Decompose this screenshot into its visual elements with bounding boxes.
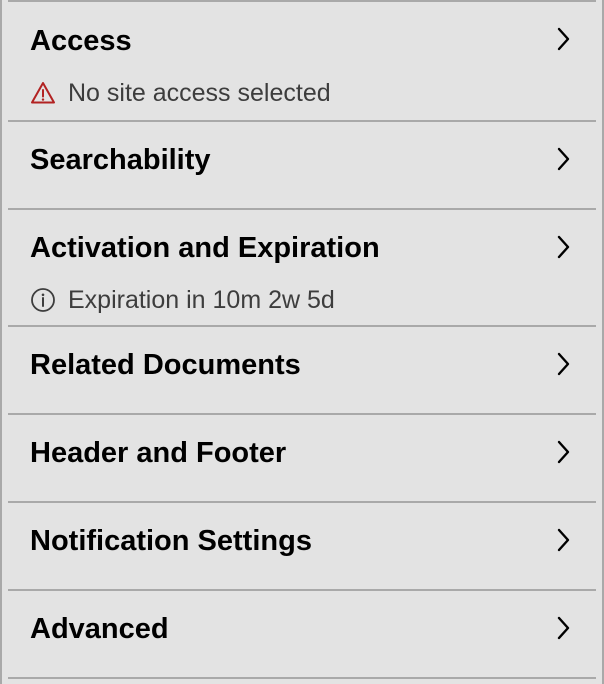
chevron-right-icon	[554, 24, 572, 54]
status-text: Expiration in 10m 2w 5d	[68, 286, 335, 314]
chevron-right-icon	[554, 349, 572, 379]
info-circle-icon	[30, 287, 56, 313]
status-text: No site access selected	[68, 79, 331, 107]
section-title: Header and Footer	[30, 437, 287, 469]
section-access[interactable]: Access No site access selected	[8, 2, 596, 122]
section-header-footer[interactable]: Header and Footer	[8, 415, 596, 503]
section-title: Related Documents	[30, 349, 301, 381]
section-notification-settings[interactable]: Notification Settings	[8, 503, 596, 591]
section-title: Advanced	[30, 613, 169, 645]
section-title: Searchability	[30, 144, 211, 176]
settings-panel: Access No site access selected Searchabi…	[0, 0, 604, 684]
section-searchability[interactable]: Searchability	[8, 122, 596, 210]
section-advanced[interactable]: Advanced	[8, 591, 596, 679]
section-title: Notification Settings	[30, 525, 312, 557]
section-title: Activation and Expiration	[30, 232, 380, 264]
chevron-right-icon	[554, 437, 572, 467]
chevron-right-icon	[554, 525, 572, 555]
chevron-right-icon	[554, 613, 572, 643]
expiration-status: Expiration in 10m 2w 5d	[30, 285, 335, 315]
section-title: Access	[30, 25, 132, 57]
chevron-right-icon	[554, 144, 572, 174]
access-status: No site access selected	[30, 78, 331, 108]
section-activation-expiration[interactable]: Activation and Expiration Expiration in …	[8, 210, 596, 327]
warning-triangle-icon	[30, 80, 56, 106]
section-related-documents[interactable]: Related Documents	[8, 327, 596, 415]
chevron-right-icon	[554, 232, 572, 262]
